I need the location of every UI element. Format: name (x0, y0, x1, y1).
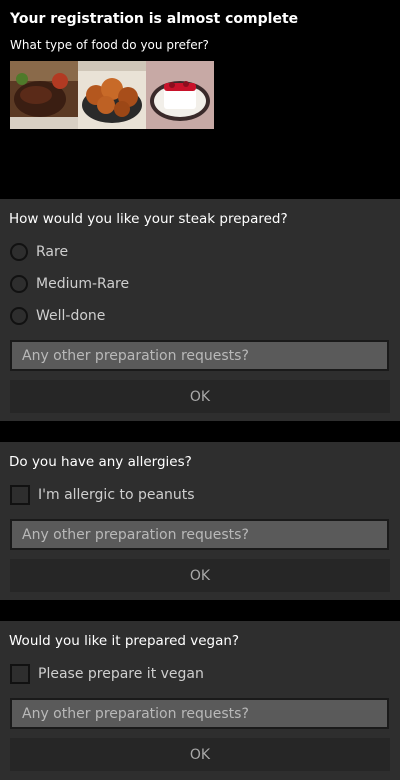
ok-button[interactable]: OK (10, 380, 390, 413)
steak-question: How would you like your steak prepared? (9, 211, 288, 227)
radio-button[interactable] (10, 243, 28, 261)
radio-well-done[interactable]: Well-done (10, 305, 105, 327)
radio-rare[interactable]: Rare (10, 241, 68, 263)
checkbox-vegan[interactable]: Please prepare it vegan (10, 663, 204, 685)
food-preference-question: What type of food do you prefer? (10, 38, 209, 52)
registration-header: Your registration is almost complete Wha… (0, 0, 400, 199)
ok-button[interactable]: OK (10, 559, 390, 592)
allergy-card: Do you have any allergies? I'm allergic … (0, 442, 400, 600)
ok-button[interactable]: OK (10, 738, 390, 771)
allergy-question: Do you have any allergies? (9, 454, 192, 470)
vegan-card: Would you like it prepared vegan? Please… (0, 621, 400, 780)
vegan-question: Would you like it prepared vegan? (9, 633, 240, 649)
page-title: Your registration is almost complete (10, 11, 299, 27)
radio-label: Medium-Rare (36, 276, 130, 292)
steak-preparation-card: How would you like your steak prepared? … (0, 199, 400, 421)
preparation-requests-input[interactable]: Any other preparation requests? (10, 698, 389, 729)
dessert-image[interactable] (146, 61, 214, 129)
preparation-requests-input[interactable]: Any other preparation requests? (10, 340, 389, 371)
checkbox-peanut-allergy[interactable]: I'm allergic to peanuts (10, 484, 195, 506)
checkbox[interactable] (10, 485, 30, 505)
radio-button[interactable] (10, 275, 28, 293)
checkbox-label: Please prepare it vegan (38, 666, 204, 682)
preparation-requests-input[interactable]: Any other preparation requests? (10, 519, 389, 550)
food-image-strip (10, 61, 214, 129)
radio-label: Well-done (36, 308, 106, 324)
radio-medium-rare[interactable]: Medium-Rare (10, 273, 129, 295)
radio-button[interactable] (10, 307, 28, 325)
steak-image[interactable] (10, 61, 78, 129)
radio-label: Rare (36, 244, 69, 260)
checkbox[interactable] (10, 664, 30, 684)
fried-chicken-image[interactable] (78, 61, 146, 129)
checkbox-label: I'm allergic to peanuts (38, 487, 195, 503)
